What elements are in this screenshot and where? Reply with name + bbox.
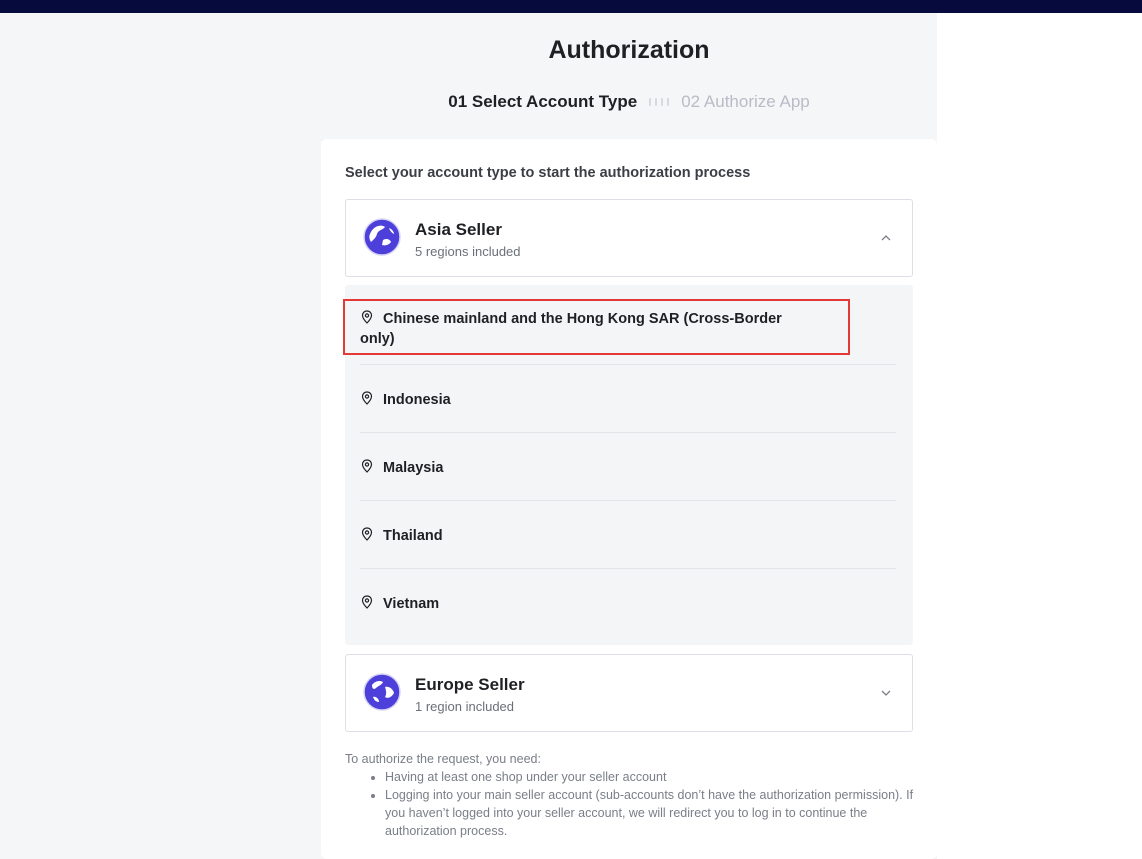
globe-icon [363,673,401,711]
requirement-item: Having at least one shop under your sell… [385,768,925,786]
europe-seller-regions-count: 1 region included [415,699,515,714]
region-item-malaysia[interactable]: Malaysia [360,458,896,478]
authorization-card: Select your account type to start the au… [321,139,937,859]
region-item-chinese-mainland-hk[interactable]: Chinese mainland and the Hong Kong SAR (… [360,309,800,349]
region-divider [360,500,896,501]
requirements-list: Having at least one shop under your sell… [385,768,925,840]
region-label: Indonesia [383,392,451,408]
region-divider [360,364,896,365]
region-item-thailand[interactable]: Thailand [360,526,896,546]
top-bar [0,0,1142,13]
step-authorize-app: 02 Authorize App [681,92,810,111]
region-item-vietnam[interactable]: Vietnam [360,594,896,614]
requirement-item: Logging into your main seller account (s… [385,786,925,840]
step-separator [649,98,670,106]
europe-seller-option[interactable]: Europe Seller 1 region included [345,654,913,732]
instruction-text: Select your account type to start the au… [345,165,751,181]
location-pin-icon [361,391,373,405]
asia-seller-name: Asia Seller [415,220,502,239]
asia-regions-list: Chinese mainland and the Hong Kong SAR (… [345,285,913,645]
region-item-indonesia[interactable]: Indonesia [360,390,896,410]
right-panel [937,13,1142,859]
requirements-intro: To authorize the request, you need: [345,752,541,766]
step-indicator: 01 Select Account Type 02 Authorize App [316,92,942,112]
location-pin-icon [361,527,373,541]
region-label: Chinese mainland and the Hong Kong SAR (… [360,311,782,347]
region-label: Malaysia [383,460,444,476]
region-divider [360,432,896,433]
chevron-up-icon[interactable] [880,232,892,244]
location-pin-icon [361,595,373,609]
page-title: Authorization [548,36,710,64]
step-select-account-type: 01 Select Account Type [448,92,638,111]
asia-seller-regions-count: 5 regions included [415,244,521,259]
region-divider [360,568,896,569]
europe-seller-name: Europe Seller [415,675,525,694]
region-label: Vietnam [383,596,440,612]
asia-seller-option[interactable]: Asia Seller 5 regions included [345,199,913,277]
globe-icon [363,218,401,256]
authorization-requirements: To authorize the request, you need: Havi… [345,750,925,840]
region-label: Thailand [383,528,443,544]
location-pin-icon [361,310,373,324]
location-pin-icon [361,459,373,473]
chevron-down-icon[interactable] [880,687,892,699]
